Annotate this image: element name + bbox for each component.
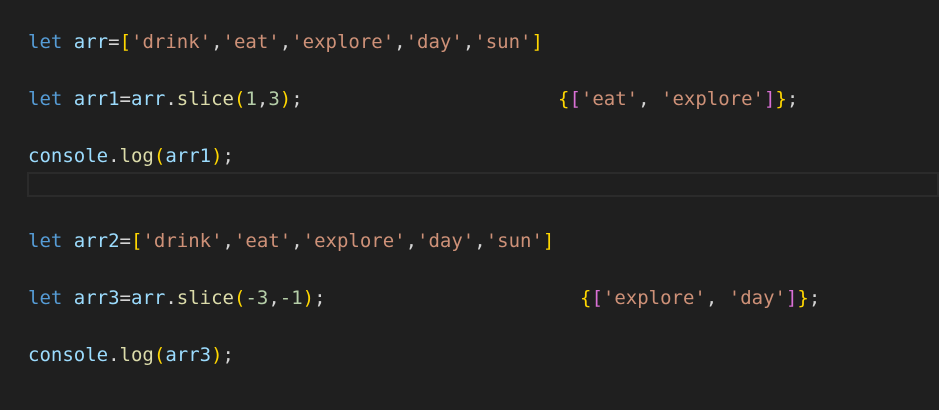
code-token: 3 [268, 88, 280, 110]
code-token: slice [176, 287, 234, 309]
code-line-4[interactable]: let arr2=['drink','eat','explore','day',… [28, 228, 554, 254]
code-token: , [394, 31, 406, 53]
code-token: , [474, 230, 486, 252]
code-token: = [119, 230, 131, 252]
code-token: 'explore' [302, 230, 406, 252]
code-token: ( [233, 287, 246, 309]
result-token: [ [591, 287, 603, 309]
code-line-2[interactable]: let arr1=arr.slice(1,3); [28, 86, 303, 112]
code-token: . [108, 145, 120, 167]
code-token: arr2 [73, 230, 120, 252]
code-token: let [28, 230, 63, 252]
code-token: . [165, 287, 177, 309]
code-token: = [108, 31, 120, 53]
code-token: arr1 [73, 88, 120, 110]
code-token: 'eat' [233, 230, 292, 252]
result-token: [ [569, 88, 581, 110]
code-token: , [291, 230, 303, 252]
code-token: , [405, 230, 418, 252]
code-token: , [211, 31, 223, 53]
code-token: ( [233, 88, 246, 110]
code-token: arr1 [165, 145, 212, 167]
result-token: 'explore' [661, 88, 764, 110]
code-token: arr [131, 287, 166, 309]
inline-result-1: {['eat', 'explore']}; [558, 86, 798, 112]
code-token: ; [291, 88, 303, 110]
result-token: } [775, 88, 787, 110]
result-token: , [638, 88, 661, 110]
result-token: ; [808, 287, 821, 309]
code-token: arr3 [73, 287, 120, 309]
code-token: 'sun' [485, 230, 543, 252]
code-token: 1 [245, 88, 257, 110]
result-token: 'explore' [602, 287, 706, 309]
code-token: arr3 [165, 344, 212, 366]
result-token: ] [785, 287, 798, 309]
code-line-3[interactable]: console.log(arr1); [28, 143, 234, 169]
code-token: log [119, 145, 154, 167]
result-token: 'day' [728, 287, 786, 309]
code-token: console [28, 344, 109, 366]
result-token: { [580, 287, 592, 309]
code-token: 'explore' [291, 31, 395, 53]
code-token: [ [119, 31, 132, 53]
code-token: ) [302, 287, 315, 309]
code-token: ] [542, 230, 555, 252]
code-token: 'day' [417, 230, 475, 252]
code-token: let [28, 88, 63, 110]
code-token: ( [153, 344, 166, 366]
code-token: let [28, 31, 63, 53]
result-token: , [705, 287, 729, 309]
code-token: ; [222, 145, 234, 167]
code-token: ( [153, 145, 166, 167]
code-token: , [462, 31, 475, 53]
code-token: let [28, 287, 63, 309]
code-token: console [28, 145, 109, 167]
code-token: arr [73, 31, 109, 53]
code-token: , [279, 31, 292, 53]
code-token: . [165, 88, 177, 110]
code-line-1[interactable]: let arr=['drink','eat','explore','day','… [28, 29, 543, 55]
current-line-highlight [27, 172, 939, 197]
code-token: 'sun' [474, 31, 532, 53]
code-token: arr [131, 88, 166, 110]
code-token: 'drink' [131, 31, 212, 53]
code-token: , [268, 287, 280, 309]
result-token: ] [763, 88, 776, 110]
code-line-6[interactable]: console.log(arr3); [28, 342, 234, 368]
inline-result-2: {['explore', 'day']}; [580, 285, 820, 311]
code-token: 'day' [405, 31, 463, 53]
code-line-5[interactable]: let arr3=arr.slice(-3,-1); [28, 285, 326, 311]
code-token: , [222, 230, 234, 252]
result-token: { [558, 88, 570, 110]
code-token: , [256, 88, 269, 110]
code-token: 'eat' [222, 31, 280, 53]
code-token: ) [211, 145, 223, 167]
code-token: ) [211, 344, 223, 366]
result-token: 'eat' [580, 88, 639, 110]
code-token: = [119, 287, 131, 309]
code-token: ; [222, 344, 234, 366]
code-token: 'drink' [142, 230, 223, 252]
result-token: } [797, 287, 809, 309]
code-token: -3 [245, 287, 269, 309]
result-token: ; [786, 88, 799, 110]
code-editor[interactable]: let arr=['drink','eat','explore','day','… [0, 0, 939, 410]
code-token: ; [314, 287, 326, 309]
code-token: ) [279, 88, 292, 110]
code-token: = [119, 88, 131, 110]
code-token: [ [131, 230, 143, 252]
code-token: log [119, 344, 154, 366]
code-token: slice [176, 88, 234, 110]
code-token: -1 [279, 287, 303, 309]
code-token: . [108, 344, 120, 366]
code-token: ] [531, 31, 543, 53]
